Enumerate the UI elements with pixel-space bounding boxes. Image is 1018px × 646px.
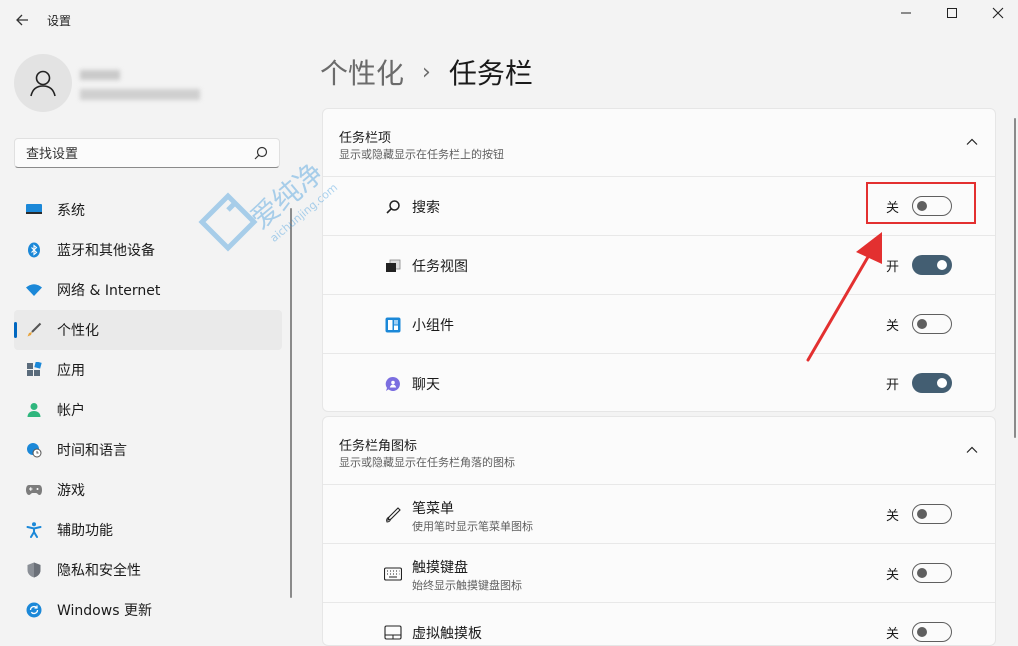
- chevron-up-icon[interactable]: [965, 135, 979, 149]
- breadcrumb-separator: ›: [422, 59, 431, 85]
- section-header[interactable]: 任务栏角图标 显示或隐藏显示在任务栏角落的图标: [323, 417, 995, 485]
- sidebar-item-accounts[interactable]: 帐户: [14, 390, 282, 430]
- setting-description: 始终显示触摸键盘图标: [412, 579, 522, 592]
- maximize-icon: [947, 8, 957, 18]
- shield-icon: [26, 562, 42, 578]
- sidebar-item-privacy[interactable]: 隐私和安全性: [14, 550, 282, 590]
- task-view-icon: [384, 257, 402, 275]
- setting-row-virtual-touchpad: 虚拟触摸板 关: [323, 603, 995, 645]
- sidebar-item-gaming[interactable]: 游戏: [14, 470, 282, 510]
- toggle-knob: [917, 319, 927, 329]
- section-subtitle: 显示或隐藏显示在任务栏角落的图标: [339, 456, 515, 469]
- search-icon: [384, 198, 402, 216]
- sidebar-item-personalization[interactable]: 个性化: [14, 310, 282, 350]
- widgets-toggle[interactable]: [912, 314, 952, 334]
- toggle-state-label: 关: [886, 568, 900, 583]
- chat-toggle[interactable]: [912, 373, 952, 393]
- chat-icon: [384, 375, 402, 393]
- bluetooth-icon: [26, 242, 42, 258]
- close-button[interactable]: [975, 0, 1018, 26]
- setting-row-pen-menu: 笔菜单 使用笔时显示笔菜单图标 关: [323, 485, 995, 544]
- globe-clock-icon: [26, 442, 42, 458]
- toggle-state-label: 关: [886, 509, 900, 524]
- minimize-button[interactable]: [883, 0, 929, 26]
- keyboard-icon: [384, 565, 402, 583]
- sidebar-item-label: 时间和语言: [57, 443, 127, 459]
- brush-icon: [26, 322, 42, 338]
- setting-description: 使用笔时显示笔菜单图标: [412, 520, 533, 533]
- sidebar-item-label: 应用: [57, 363, 85, 379]
- sidebar-item-accessibility[interactable]: 辅助功能: [14, 510, 282, 550]
- toggle-knob: [937, 378, 947, 388]
- minimize-icon: [901, 12, 911, 14]
- monitor-icon: [26, 202, 42, 218]
- section-title: 任务栏角图标: [339, 439, 418, 454]
- gamepad-icon: [26, 482, 42, 498]
- pen-icon: [384, 506, 402, 524]
- taskbar-corner-icons-section: 任务栏角图标 显示或隐藏显示在任务栏角落的图标 笔菜单 使用笔时显示笔菜单图标 …: [322, 416, 996, 646]
- sidebar-item-label: 蓝牙和其他设备: [57, 243, 155, 259]
- annotation-highlight-box: [866, 182, 976, 224]
- toggle-state-label: 关: [886, 627, 900, 642]
- setting-label: 搜索: [412, 200, 440, 216]
- pen-menu-toggle[interactable]: [912, 504, 952, 524]
- sidebar-item-label: 帐户: [57, 403, 85, 419]
- widgets-icon: [384, 316, 402, 334]
- avatar[interactable]: [14, 54, 72, 112]
- user-name-redacted: [80, 70, 120, 80]
- setting-label: 聊天: [412, 377, 440, 393]
- wifi-icon: [26, 282, 42, 298]
- virtual-touchpad-toggle[interactable]: [912, 622, 952, 642]
- setting-label: 笔菜单: [412, 501, 454, 517]
- sidebar-item-label: 隐私和安全性: [57, 563, 141, 579]
- active-indicator: [14, 322, 17, 338]
- breadcrumb: 个性化 › 任务栏: [320, 52, 533, 92]
- page-title: 任务栏: [448, 57, 533, 90]
- update-icon: [26, 602, 42, 618]
- sidebar-item-label: 辅助功能: [57, 523, 113, 539]
- close-icon: [992, 7, 1004, 19]
- toggle-knob: [917, 627, 927, 637]
- setting-label: 小组件: [412, 318, 454, 334]
- maximize-button[interactable]: [929, 0, 975, 26]
- sidebar-item-windows-update[interactable]: Windows 更新: [14, 590, 282, 630]
- user-email-redacted: [80, 89, 200, 100]
- back-button[interactable]: [8, 8, 36, 32]
- toggle-knob: [917, 568, 927, 578]
- apps-icon: [26, 362, 42, 378]
- toggle-state-label: 开: [886, 378, 900, 393]
- account-icon: [26, 402, 42, 418]
- sidebar-item-label: 系统: [57, 203, 85, 219]
- sidebar-item-label: 游戏: [57, 483, 85, 499]
- accessibility-icon: [26, 522, 42, 538]
- app-title: 设置: [47, 14, 72, 28]
- user-icon: [30, 70, 56, 97]
- sidebar-item-label: 网络 & Internet: [57, 283, 161, 299]
- back-arrow-icon: [16, 14, 28, 26]
- sidebar-item-time-language[interactable]: 时间和语言: [14, 430, 282, 470]
- chevron-up-icon[interactable]: [965, 443, 979, 457]
- sidebar-item-network[interactable]: 网络 & Internet: [14, 270, 282, 310]
- sidebar-item-label: Windows 更新: [57, 603, 152, 619]
- toggle-knob: [917, 509, 927, 519]
- setting-label: 任务视图: [412, 259, 468, 275]
- sidebar-item-apps[interactable]: 应用: [14, 350, 282, 390]
- task-view-toggle[interactable]: [912, 255, 952, 275]
- setting-label: 触摸键盘: [412, 560, 468, 576]
- toggle-knob: [937, 260, 947, 270]
- section-header[interactable]: 任务栏项 显示或隐藏显示在任务栏上的按钮: [323, 109, 995, 177]
- annotation-arrow-icon: [806, 232, 882, 362]
- sidebar-scrollbar[interactable]: [290, 208, 292, 598]
- sidebar-item-label: 个性化: [57, 323, 99, 339]
- section-subtitle: 显示或隐藏显示在任务栏上的按钮: [339, 148, 504, 161]
- watermark-logo: 爱纯净 aichunjing.com: [198, 156, 340, 252]
- setting-row-touch-keyboard: 触摸键盘 始终显示触摸键盘图标 关: [323, 544, 995, 603]
- breadcrumb-parent[interactable]: 个性化: [320, 52, 404, 92]
- setting-label: 虚拟触摸板: [412, 626, 482, 642]
- touch-keyboard-toggle[interactable]: [912, 563, 952, 583]
- content-scrollbar[interactable]: [1014, 118, 1016, 438]
